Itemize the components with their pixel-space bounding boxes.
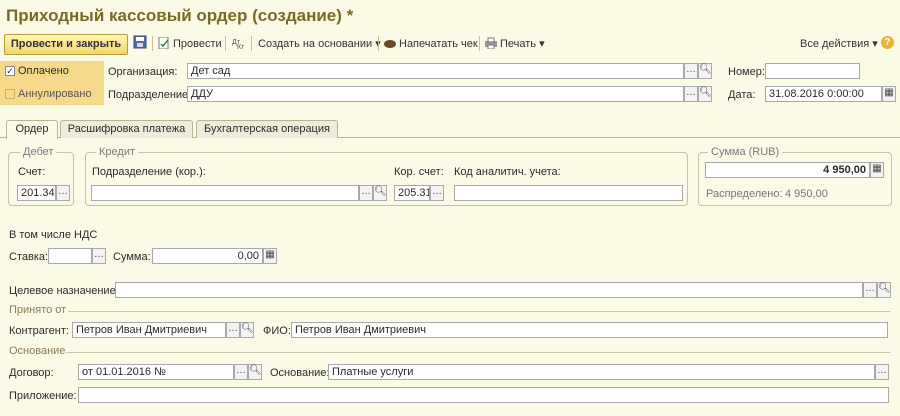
receipt-icon bbox=[384, 40, 396, 48]
dt-kt-icon[interactable]: Дт Кт bbox=[232, 37, 246, 52]
corr-account-label: Кор. счет: bbox=[394, 166, 444, 178]
analytic-code-label: Код аналитич. учета: bbox=[454, 166, 561, 178]
vat-rate-input[interactable] bbox=[48, 248, 92, 264]
basis-label: Основание: bbox=[270, 367, 330, 379]
vat-rate-select-button[interactable]: … bbox=[92, 248, 106, 264]
post-and-close-button[interactable]: Провести и закрыть bbox=[4, 34, 128, 55]
search-icon[interactable]: 🔍︎ bbox=[698, 86, 712, 102]
sum-title: Сумма (RUB) bbox=[708, 146, 783, 158]
chevron-down-icon: ▾ bbox=[539, 38, 545, 50]
calculator-icon[interactable]: ▦ bbox=[263, 248, 277, 264]
debit-title: Дебет bbox=[20, 146, 57, 158]
debit-account-input[interactable]: 201.34 bbox=[17, 185, 56, 201]
number-label: Номер: bbox=[728, 66, 765, 78]
contractor-label: Контрагент: bbox=[9, 325, 69, 337]
tab-payment-details[interactable]: Расшифровка платежа bbox=[60, 120, 193, 138]
dept-input[interactable]: ДДУ bbox=[187, 86, 684, 102]
corr-account-select-button[interactable]: … bbox=[430, 185, 444, 201]
help-icon[interactable]: ? bbox=[881, 36, 894, 49]
search-icon[interactable]: 🔍︎ bbox=[373, 185, 387, 201]
search-icon[interactable]: 🔍︎ bbox=[698, 63, 712, 79]
debit-account-label: Счет: bbox=[18, 166, 46, 178]
distributed-value: 4 950,00 bbox=[785, 188, 828, 200]
distributed-label: Распределено: bbox=[706, 188, 783, 200]
search-icon[interactable]: 🔍︎ bbox=[248, 364, 262, 380]
create-based-label: Создать на основании bbox=[258, 38, 373, 50]
number-input[interactable] bbox=[765, 63, 860, 79]
debit-account-select-button[interactable]: … bbox=[56, 185, 70, 201]
save-icon[interactable] bbox=[133, 35, 147, 52]
purpose-input[interactable] bbox=[115, 282, 863, 298]
create-based-on-menu[interactable]: Создать на основании ▾ bbox=[258, 37, 381, 50]
purpose-label: Целевое назначение: bbox=[9, 285, 119, 297]
chevron-down-icon: ▾ bbox=[872, 38, 878, 50]
tab-order[interactable]: Ордер bbox=[6, 120, 58, 139]
print-receipt-button[interactable]: Напечатать чек bbox=[384, 37, 478, 50]
post-button[interactable]: Провести bbox=[158, 37, 222, 50]
print-menu[interactable]: Печать ▾ bbox=[485, 37, 545, 50]
post-icon bbox=[158, 37, 169, 49]
vat-amount-label: Сумма: bbox=[113, 251, 151, 263]
basis-select-button[interactable]: … bbox=[875, 364, 889, 380]
received-from-title: Принято от bbox=[9, 304, 67, 316]
paid-label: Оплачено bbox=[18, 65, 69, 77]
dept-label: Подразделение: bbox=[108, 89, 192, 101]
purpose-select-button[interactable]: … bbox=[863, 282, 877, 298]
cancelled-label: Аннулировано bbox=[18, 88, 92, 100]
attachment-label: Приложение: bbox=[9, 390, 77, 402]
analytic-code-input[interactable] bbox=[454, 185, 683, 201]
attachment-input[interactable] bbox=[78, 387, 889, 403]
basis-title: Основание bbox=[9, 345, 66, 357]
all-actions-menu[interactable]: Все действия ▾ bbox=[800, 37, 878, 50]
credit-title: Кредит bbox=[96, 146, 139, 158]
post-label: Провести bbox=[173, 38, 222, 50]
vat-amount-input[interactable]: 0,00 bbox=[152, 248, 263, 264]
calculator-icon[interactable]: ▦ bbox=[870, 162, 884, 178]
credit-dept-label: Подразделение (кор.): bbox=[92, 166, 206, 178]
all-actions-label: Все действия bbox=[800, 38, 870, 50]
tab-accounting-operation[interactable]: Бухгалтерская операция bbox=[196, 120, 338, 138]
print-label: Печать bbox=[500, 38, 537, 50]
credit-dept-input[interactable] bbox=[91, 185, 359, 201]
search-icon[interactable]: 🔍︎ bbox=[877, 282, 891, 298]
fio-label: ФИО: bbox=[263, 325, 291, 337]
contractor-select-button[interactable]: … bbox=[226, 322, 240, 338]
toolbar: Провести и закрыть Провести Дт Кт Создать… bbox=[0, 32, 900, 55]
svg-text:Кт: Кт bbox=[237, 44, 245, 49]
org-label: Организация: bbox=[108, 66, 178, 78]
dept-select-button[interactable]: … bbox=[684, 86, 698, 102]
sum-input[interactable]: 4 950,00 bbox=[705, 162, 870, 178]
date-input[interactable]: 31.08.2016 0:00:00 bbox=[765, 86, 882, 102]
paid-checkbox[interactable]: ✓ bbox=[5, 66, 15, 76]
vat-title: В том числе НДС bbox=[9, 229, 98, 241]
printer-icon bbox=[485, 37, 497, 49]
search-icon[interactable]: 🔍︎ bbox=[240, 322, 254, 338]
calendar-icon[interactable]: ▦ bbox=[882, 86, 896, 102]
org-input[interactable]: Дет сад bbox=[187, 63, 684, 79]
contractor-input[interactable]: Петров Иван Дмитриевич bbox=[72, 322, 226, 338]
corr-account-input[interactable]: 205.31 bbox=[394, 185, 430, 201]
contract-select-button[interactable]: … bbox=[234, 364, 248, 380]
contract-label: Договор: bbox=[9, 367, 54, 379]
basis-input[interactable]: Платные услуги bbox=[328, 364, 875, 380]
date-label: Дата: bbox=[728, 89, 756, 101]
credit-dept-select-button[interactable]: … bbox=[359, 185, 373, 201]
cancelled-checkbox[interactable] bbox=[5, 89, 15, 99]
fio-input[interactable]: Петров Иван Дмитриевич bbox=[291, 322, 888, 338]
vat-rate-label: Ставка: bbox=[9, 251, 49, 263]
print-receipt-label: Напечатать чек bbox=[399, 38, 478, 50]
page-title: Приходный кассовый ордер (создание) * bbox=[6, 6, 354, 25]
contract-input[interactable]: от 01.01.2016 № bbox=[78, 364, 234, 380]
org-select-button[interactable]: … bbox=[684, 63, 698, 79]
